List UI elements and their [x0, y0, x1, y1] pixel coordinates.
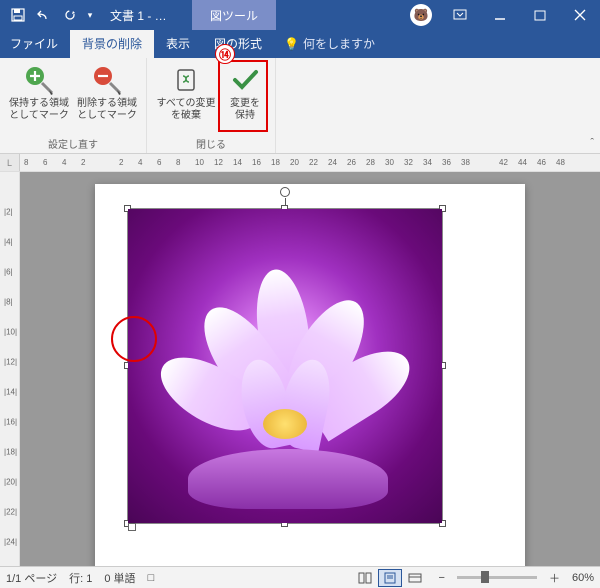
quick-access-toolbar: ▾ — [0, 3, 96, 27]
group-label-refine: 設定し直す — [48, 134, 98, 151]
tab-view[interactable]: 表示 — [154, 29, 202, 58]
maximize-button[interactable] — [520, 0, 560, 30]
minimize-button[interactable] — [480, 0, 520, 30]
label: 保持する領域 — [9, 98, 69, 110]
document-title: 文書 1 - … — [110, 7, 167, 24]
tab-background-removal[interactable]: 背景の削除 — [70, 29, 154, 58]
tell-me-search[interactable]: 💡 何をしますか — [274, 29, 385, 58]
document-area: |2||4||6||8||10||12||14||16||18||20||22|… — [0, 172, 600, 566]
read-mode-button[interactable] — [353, 569, 377, 587]
recycle-icon — [170, 64, 202, 96]
tell-me-label: 何をしますか — [303, 35, 375, 52]
zoom-level[interactable]: 60% — [572, 572, 594, 584]
zoom-slider-thumb[interactable] — [481, 571, 489, 583]
view-mode-buttons — [353, 569, 427, 587]
ruler-corner: L — [0, 154, 20, 171]
label: 削除する領域 — [77, 98, 137, 110]
user-avatar[interactable]: 🐻 — [410, 4, 432, 26]
picture-selection-frame[interactable] — [127, 208, 443, 524]
rotation-handle[interactable] — [280, 187, 290, 197]
web-layout-button[interactable] — [403, 569, 427, 587]
qat-customize[interactable]: ▾ — [84, 3, 96, 27]
ribbon: 保持する領域 としてマーク 削除する領域 としてマーク 設定し直す すべての変更… — [0, 58, 600, 154]
title-bar: ▾ 文書 1 - … 図ツール 🐻 — [0, 0, 600, 30]
picture-content — [128, 209, 442, 523]
vertical-ruler[interactable]: |2||4||6||8||10||12||14||16||18||20||22|… — [0, 172, 20, 566]
page-viewport[interactable] — [20, 172, 600, 566]
status-language-icon[interactable]: □ — [148, 572, 155, 584]
status-line[interactable]: 行: 1 — [69, 570, 92, 586]
annotation-box — [218, 60, 268, 132]
label: としてマーク — [77, 110, 137, 122]
mark-areas-to-keep-button[interactable]: 保持する領域 としてマーク — [6, 62, 72, 124]
label: を破棄 — [171, 110, 201, 122]
tab-picture-format[interactable]: 図の形式 — [202, 29, 274, 58]
page — [95, 184, 525, 566]
close-button[interactable] — [560, 0, 600, 30]
status-page[interactable]: 1/1 ページ — [6, 570, 57, 586]
status-bar: 1/1 ページ 行: 1 0 単語 □ − ＋ 60% — [0, 566, 600, 588]
ribbon-display-options[interactable] — [440, 0, 480, 30]
zoom-out-button[interactable]: − — [439, 572, 445, 584]
ruler-scale: 8642246810121416182022242628303234363842… — [20, 154, 600, 171]
mark-areas-to-remove-button[interactable]: 削除する領域 としてマーク — [74, 62, 140, 124]
zoom-slider[interactable] — [457, 576, 537, 579]
label: すべての変更 — [157, 98, 216, 110]
lightbulb-icon: 💡 — [284, 37, 299, 51]
annotation-number: ⑭ — [215, 44, 235, 64]
ribbon-group-close: すべての変更 を破棄 変更を 保持 閉じる ⑭ — [147, 58, 276, 153]
minus-pencil-icon — [91, 64, 123, 96]
redo-button[interactable] — [58, 3, 82, 27]
print-layout-button[interactable] — [378, 569, 402, 587]
save-button[interactable] — [6, 3, 30, 27]
label: としてマーク — [9, 110, 69, 122]
ribbon-tabs: ファイル 背景の削除 表示 図の形式 💡 何をしますか — [0, 30, 600, 58]
contextual-tab-label: 図ツール — [192, 0, 276, 30]
collapse-ribbon-button[interactable]: ˆ — [590, 137, 594, 149]
discard-all-changes-button[interactable]: すべての変更 を破棄 — [153, 62, 219, 124]
annotation-circle — [111, 316, 157, 362]
tab-file[interactable]: ファイル — [0, 29, 70, 58]
zoom-in-button[interactable]: ＋ — [549, 570, 560, 586]
status-word-count[interactable]: 0 単語 — [104, 570, 135, 586]
group-label-close: 閉じる — [196, 134, 226, 151]
plus-pencil-icon — [23, 64, 55, 96]
ribbon-group-refine: 保持する領域 としてマーク 削除する領域 としてマーク 設定し直す — [0, 58, 147, 153]
horizontal-ruler[interactable]: L 86422468101214161820222426283032343638… — [0, 154, 600, 172]
undo-button[interactable] — [32, 3, 56, 27]
